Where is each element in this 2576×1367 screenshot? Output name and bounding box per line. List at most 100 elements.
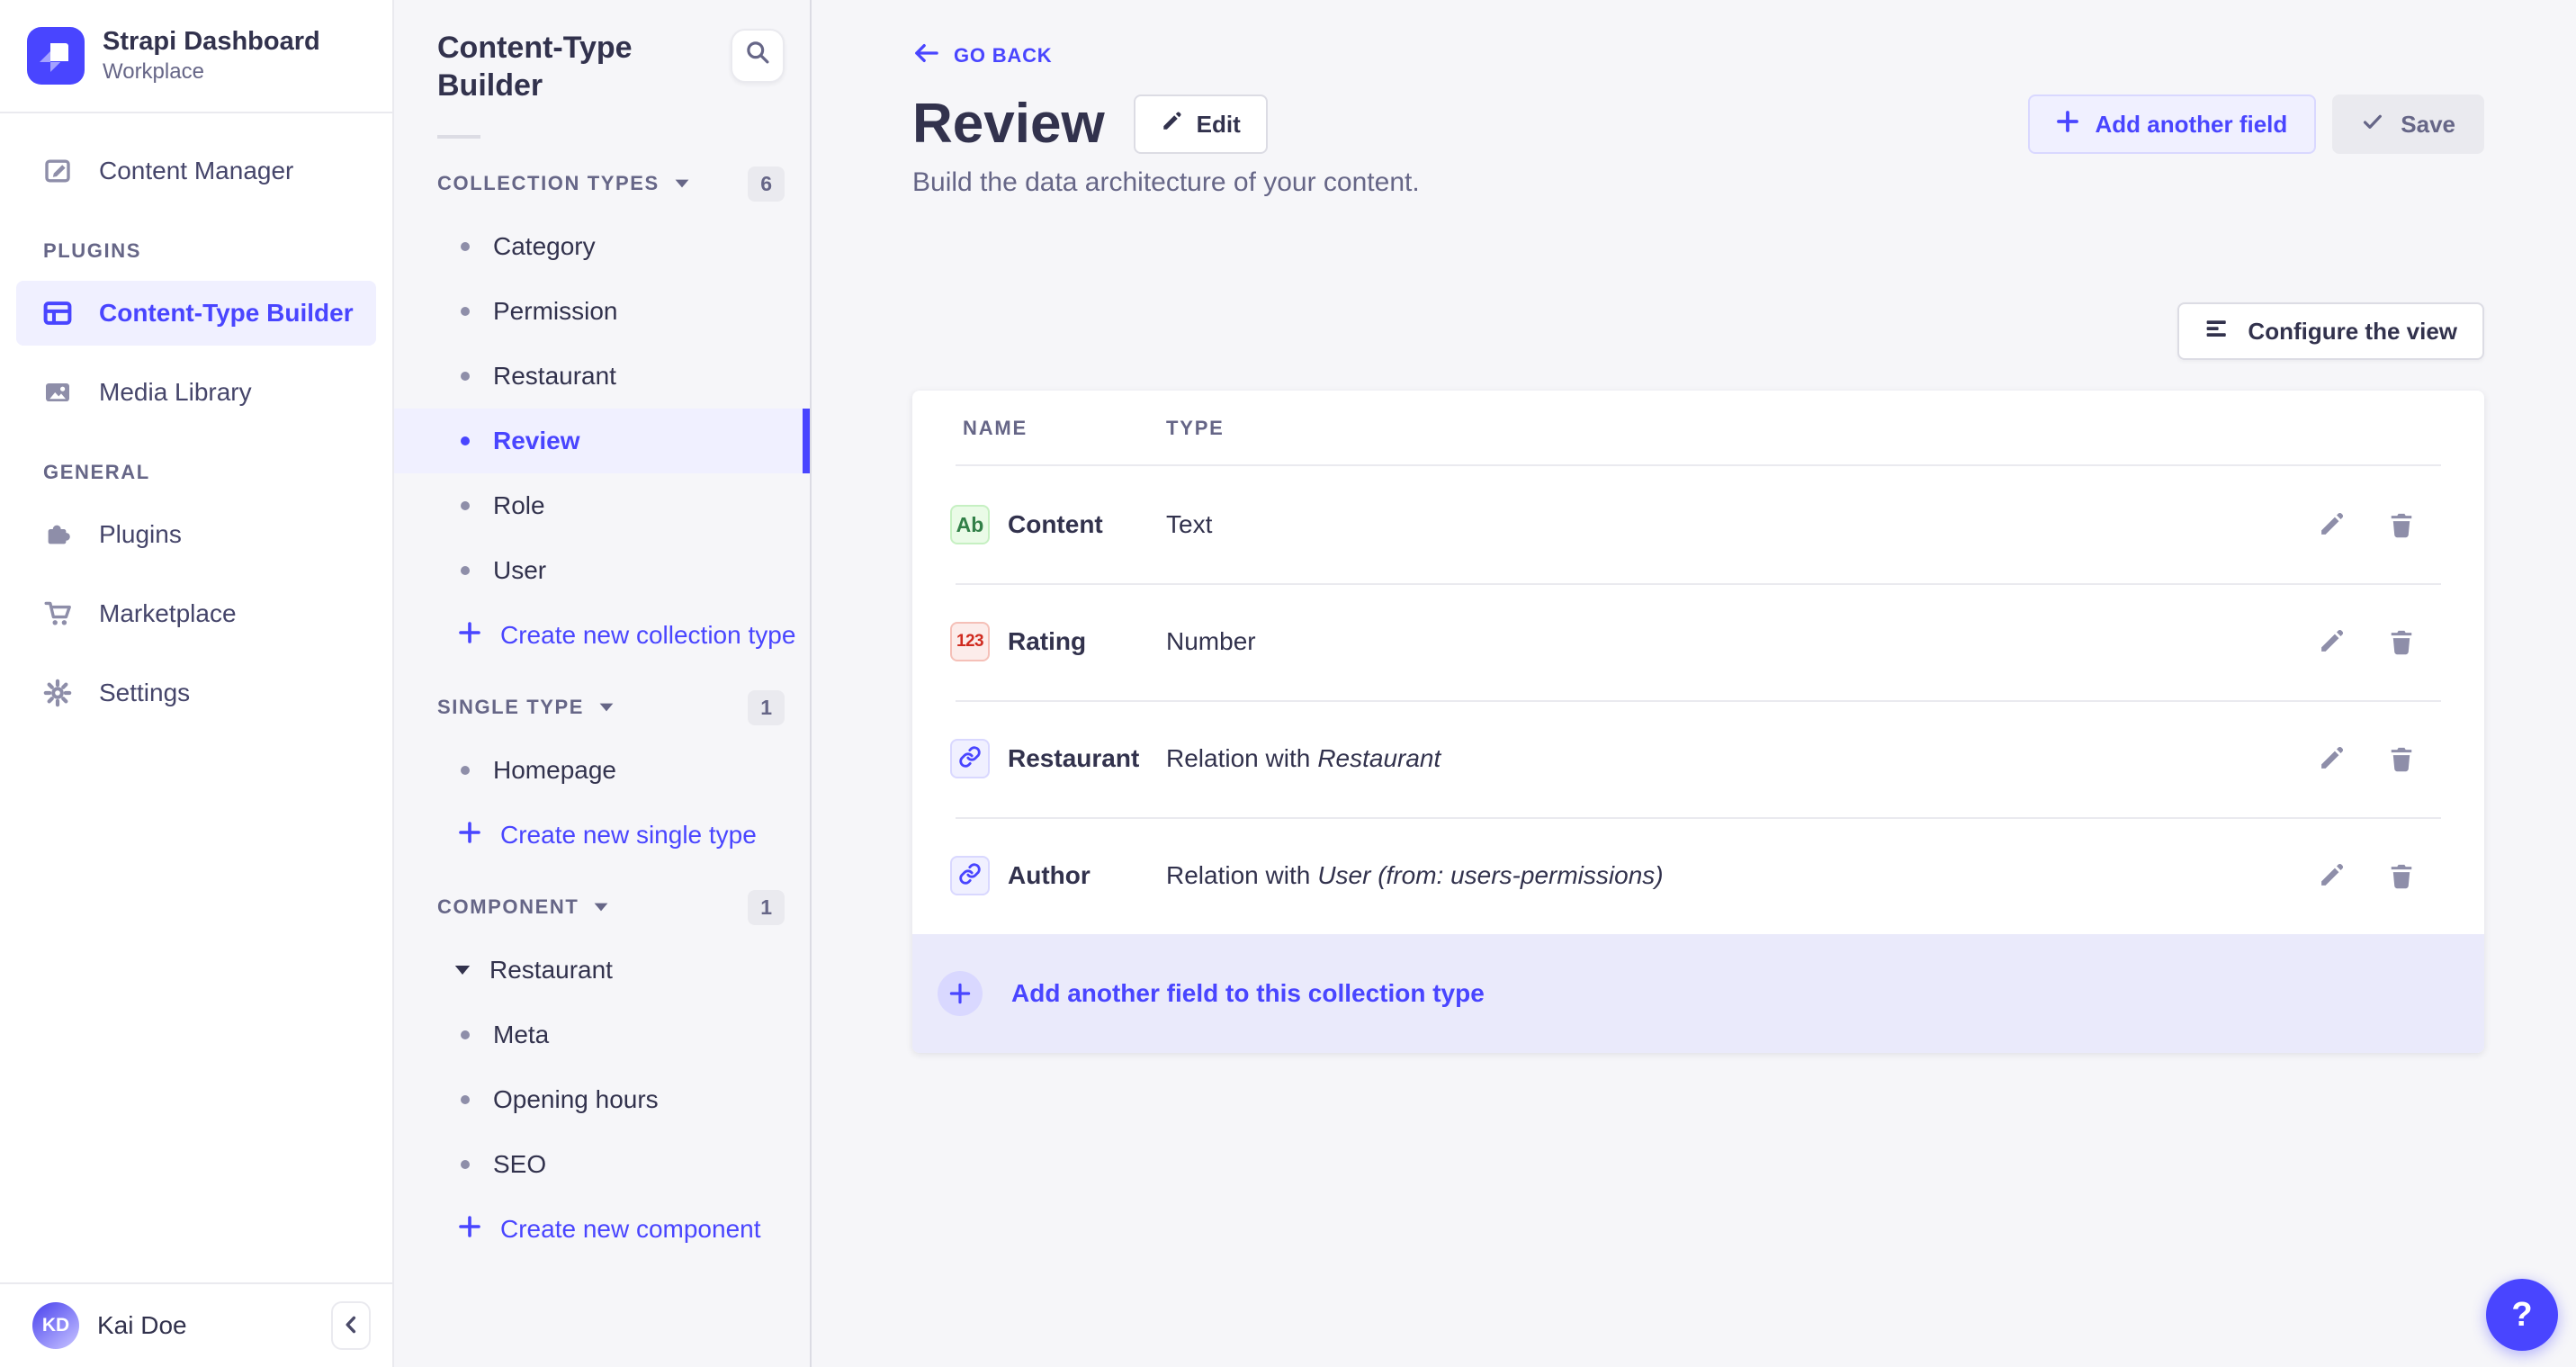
- single-type-count-badge: 1: [748, 690, 785, 725]
- single-type-item[interactable]: Homepage: [394, 738, 810, 803]
- chevron-left-icon: [341, 1309, 361, 1343]
- link-icon: [958, 742, 982, 776]
- brand-text: Strapi Dashboard Workplace: [103, 26, 320, 85]
- component-header[interactable]: COMPONENT 1: [394, 880, 810, 934]
- delete-field-button[interactable]: [2387, 627, 2416, 656]
- check-icon: [2361, 110, 2384, 139]
- add-another-field-label: Add another field: [2095, 111, 2287, 139]
- bullet-icon: [461, 566, 470, 575]
- component-list: Restaurant Meta Opening hours SEO: [394, 938, 810, 1197]
- bullet-icon: [461, 766, 470, 775]
- add-field-row-label: Add another field to this collection typ…: [1011, 979, 1485, 1008]
- collection-type-item-selected[interactable]: Review: [394, 409, 810, 473]
- builder-panel-title: Content-Type Builder: [437, 29, 671, 104]
- component-item-label: Meta: [493, 1021, 549, 1049]
- question-mark-icon: ?: [2511, 1296, 2532, 1335]
- component-item-label: Opening hours: [493, 1085, 659, 1114]
- sidebar-item-label: Content-Type Builder: [99, 299, 354, 328]
- single-type-header[interactable]: SINGLE TYPE 1: [394, 680, 810, 734]
- edit-field-button[interactable]: [2317, 627, 2346, 656]
- row-actions: [2317, 861, 2484, 890]
- sidebar-item-settings[interactable]: Settings: [16, 661, 376, 725]
- section-label-general: GENERAL: [43, 461, 392, 484]
- field-type-text: Relation with: [1166, 744, 1310, 772]
- edit-field-button[interactable]: [2317, 744, 2346, 773]
- collection-types-label: COLLECTION TYPES: [437, 172, 660, 195]
- create-single-type-label: Create new single type: [500, 821, 757, 850]
- app-title: Strapi Dashboard: [103, 26, 320, 58]
- fields-table-card: NAME TYPE Ab Content Text: [912, 391, 2484, 1053]
- page-subtitle: Build the data architecture of your cont…: [912, 167, 2484, 198]
- bullet-icon: [461, 1030, 470, 1039]
- caret-down-icon: [593, 902, 609, 913]
- collection-type-item[interactable]: User: [394, 538, 810, 603]
- bullet-icon: [461, 372, 470, 381]
- help-button[interactable]: ?: [2486, 1279, 2558, 1351]
- number-field-badge: 123: [950, 622, 990, 661]
- sidebar-item-label: Media Library: [99, 378, 252, 407]
- page-title: Review: [912, 94, 1105, 155]
- sidebar-item-marketplace[interactable]: Marketplace: [16, 581, 376, 646]
- header-actions: Add another field Save: [2028, 94, 2484, 154]
- section-label-plugins: PLUGINS: [43, 239, 392, 263]
- field-type: Text: [1166, 510, 1219, 539]
- search-icon: [744, 39, 771, 73]
- collection-types-header[interactable]: COLLECTION TYPES 6: [394, 157, 810, 211]
- cart-icon: [40, 598, 76, 630]
- plus-circle-icon: [938, 971, 983, 1016]
- collection-type-label: Review: [493, 427, 580, 455]
- field-type-text: Relation with: [1166, 861, 1310, 889]
- configure-view-button[interactable]: Configure the view: [2177, 302, 2484, 360]
- add-another-field-button[interactable]: Add another field: [2028, 94, 2316, 154]
- collection-types-count-badge: 6: [748, 166, 785, 202]
- create-component-link[interactable]: Create new component: [394, 1197, 810, 1262]
- field-type-detail: User (from: users-permissions): [1317, 861, 1663, 889]
- edit-field-button[interactable]: [2317, 861, 2346, 890]
- component-item[interactable]: Opening hours: [394, 1067, 810, 1132]
- arrow-left-icon: [912, 41, 939, 70]
- collection-type-item[interactable]: Restaurant: [394, 344, 810, 409]
- search-button[interactable]: [731, 29, 785, 83]
- sidebar-item-content-manager[interactable]: Content Manager: [16, 139, 376, 203]
- component-item[interactable]: Meta: [394, 1003, 810, 1067]
- single-type-item-label: Homepage: [493, 756, 616, 785]
- component-item[interactable]: SEO: [394, 1132, 810, 1197]
- field-name: Content: [1008, 510, 1166, 539]
- field-name: Author: [1008, 861, 1166, 890]
- main-content: GO BACK Review Edit Add another field: [812, 0, 2576, 1367]
- delete-field-button[interactable]: [2387, 744, 2416, 773]
- bullet-icon: [461, 307, 470, 316]
- collapse-sidebar-button[interactable]: [331, 1301, 371, 1350]
- configure-view-label: Configure the view: [2248, 318, 2457, 346]
- delete-field-button[interactable]: [2387, 861, 2416, 890]
- strapi-logo-icon: [27, 27, 85, 85]
- sidebar-item-media-library[interactable]: Media Library: [16, 360, 376, 425]
- field-type: Number: [1166, 627, 1263, 656]
- single-type-label: SINGLE TYPE: [437, 696, 584, 719]
- table-row: Restaurant Relation withRestaurant: [912, 700, 2484, 817]
- toolbar-row: Configure the view: [912, 302, 2484, 360]
- collection-type-item[interactable]: Role: [394, 473, 810, 538]
- sidebar-item-plugins[interactable]: Plugins: [16, 502, 376, 567]
- table-row: 123 Rating Number: [912, 583, 2484, 700]
- delete-field-button[interactable]: [2387, 510, 2416, 539]
- plus-icon: [459, 1215, 480, 1244]
- edit-field-button[interactable]: [2317, 510, 2346, 539]
- filter-lines-icon: [2204, 317, 2230, 346]
- create-collection-type-link[interactable]: Create new collection type: [394, 603, 810, 668]
- collection-type-item[interactable]: Category: [394, 214, 810, 279]
- row-actions: [2317, 627, 2484, 656]
- create-collection-type-label: Create new collection type: [500, 621, 795, 650]
- edit-button[interactable]: Edit: [1134, 94, 1268, 154]
- go-back-link[interactable]: GO BACK: [912, 41, 1053, 70]
- plus-icon: [2057, 111, 2078, 139]
- component-group-restaurant[interactable]: Restaurant: [394, 938, 810, 1003]
- pen-icon: [40, 155, 76, 187]
- collection-type-label: Permission: [493, 297, 617, 326]
- save-button[interactable]: Save: [2332, 94, 2484, 154]
- create-single-type-link[interactable]: Create new single type: [394, 803, 810, 868]
- link-icon: [958, 859, 982, 893]
- add-field-row[interactable]: Add another field to this collection typ…: [912, 934, 2484, 1053]
- collection-type-item[interactable]: Permission: [394, 279, 810, 344]
- sidebar-item-content-type-builder[interactable]: Content-Type Builder: [16, 281, 376, 346]
